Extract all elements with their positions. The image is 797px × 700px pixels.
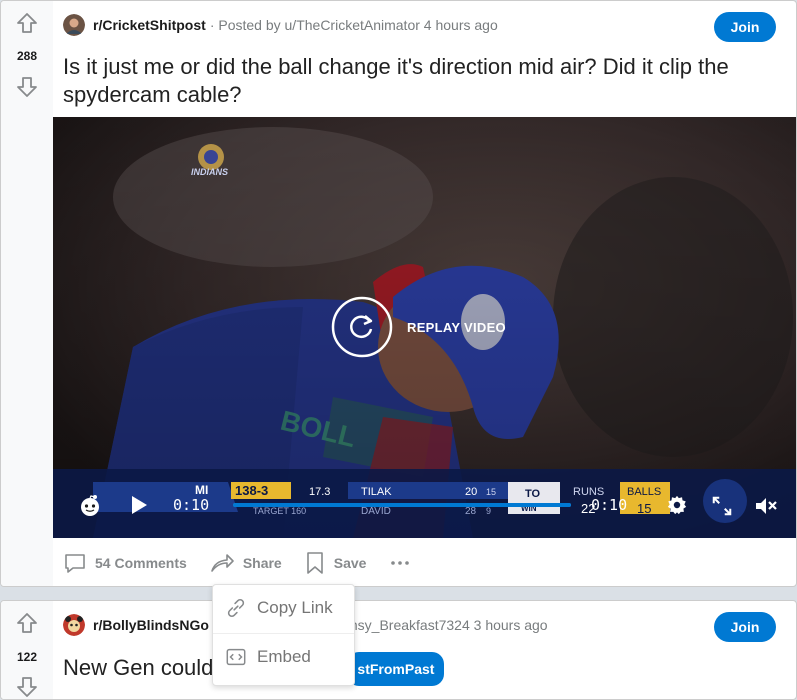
post-card: 288 r/CricketShitpost · Posted by u/TheC… [0, 0, 797, 587]
to-win-label: TO [525, 488, 541, 500]
embed-icon [226, 648, 246, 666]
batter2-name: DAVID [361, 506, 391, 517]
join-button[interactable]: Join [714, 612, 776, 642]
share-button[interactable]: Share [209, 551, 282, 575]
time-elapsed: 0:10 [173, 496, 210, 514]
more-dots-icon [391, 561, 410, 565]
save-button[interactable]: Save [304, 551, 367, 575]
batter2-runs: 28 [465, 506, 477, 517]
share-label: Share [242, 555, 282, 571]
batter2-balls: 9 [486, 506, 491, 516]
balls-value: 15 [637, 501, 651, 516]
more-options-button[interactable] [388, 551, 420, 575]
scoreboard-score: 138-3 [235, 483, 268, 498]
replay-label: REPLAY VIDEO [407, 319, 506, 335]
post-byline: imsy_Breakfast7324 3 hours ago [342, 617, 548, 633]
balls-label: BALLS [627, 486, 661, 498]
mute-icon[interactable] [754, 495, 778, 517]
downvote-icon[interactable] [15, 75, 39, 99]
save-label: Save [333, 555, 367, 571]
share-icon [211, 554, 234, 572]
vote-count: 122 [16, 650, 38, 664]
scoreboard-team: MI [195, 483, 208, 497]
embed-menu-item[interactable]: Embed [225, 642, 311, 672]
upvote-icon[interactable] [15, 611, 39, 635]
downvote-icon[interactable] [15, 675, 39, 699]
comments-button[interactable]: 54 Comments [63, 551, 187, 575]
post-header: r/CricketShitpost · Posted by u/TheCrick… [63, 13, 498, 37]
team-logo-text: INDIANS [191, 167, 228, 177]
post-card: 122 r/BollyBlindsNGo imsy_Breakfast7324 … [0, 600, 797, 700]
post-flair[interactable]: stFromPast [347, 652, 445, 686]
upvote-icon[interactable] [15, 11, 39, 35]
replay-icon [331, 296, 393, 358]
post-title-text: New Gen could [63, 654, 214, 680]
post-actions: 54 Comments Share Save [63, 548, 442, 578]
subreddit-link[interactable]: r/BollyBlindsNGo [93, 617, 209, 633]
menu-divider [213, 633, 354, 634]
batter1-name: TILAK [361, 486, 392, 498]
play-icon[interactable] [129, 494, 149, 516]
share-menu: Copy Link Embed [212, 584, 355, 686]
settings-gear-icon[interactable] [666, 494, 688, 516]
comments-label: 54 Comments [95, 555, 187, 571]
progress-track[interactable] [233, 503, 571, 507]
post-title[interactable]: Is it just me or did the ball change it'… [63, 53, 783, 109]
scoreboard-target: TARGET 160 [253, 506, 306, 516]
replay-button[interactable]: REPLAY VIDEO [331, 296, 506, 358]
subreddit-avatar-icon[interactable] [63, 14, 85, 36]
embed-label: Embed [257, 647, 311, 666]
reddit-logo-icon [81, 495, 99, 516]
subreddit-avatar-icon[interactable] [63, 614, 85, 636]
scoreboard-overs: 17.3 [309, 486, 330, 498]
batter1-balls: 15 [486, 487, 496, 497]
batter1-runs: 20 [465, 486, 477, 498]
vote-count: 288 [16, 49, 38, 63]
bookmark-icon [306, 552, 323, 574]
vote-column: 122 [1, 601, 53, 699]
time-total: 0:10 [591, 496, 628, 514]
post-byline: · Posted by u/TheCricketAnimator 4 hours… [209, 17, 498, 33]
vote-column: 288 [1, 1, 53, 586]
progress-fill [233, 503, 571, 507]
copy-link-menu-item[interactable]: Copy Link [225, 593, 333, 623]
copy-link-label: Copy Link [257, 598, 333, 617]
video-player[interactable]: INDIANS BOLL MI 138-3 17.3 TARGET 160 TI… [53, 117, 796, 538]
fullscreen-icon[interactable] [711, 495, 733, 517]
subreddit-link[interactable]: r/CricketShitpost [93, 17, 206, 33]
join-button[interactable]: Join [714, 12, 776, 42]
link-icon [227, 598, 245, 618]
comment-icon [65, 554, 85, 573]
